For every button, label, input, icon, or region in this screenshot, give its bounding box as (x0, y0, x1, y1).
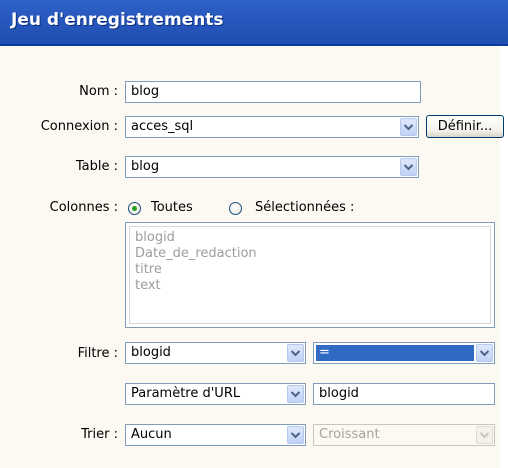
trier-column-value: Aucun (131, 427, 172, 442)
chevron-down-icon[interactable] (476, 344, 493, 362)
connexion-select[interactable]: acces_sql (125, 116, 419, 138)
filtre-param-type-select[interactable]: Paramètre d'URL (125, 383, 306, 405)
connexion-value: acces_sql (131, 119, 194, 134)
radio-toutes[interactable] (128, 202, 141, 215)
columns-listbox[interactable]: blogid Date_de_redaction titre text (125, 222, 495, 328)
chevron-down-icon (476, 426, 493, 444)
chevron-down-icon[interactable] (287, 344, 304, 362)
trier-label: Trier : (81, 427, 118, 442)
list-item[interactable]: titre (135, 262, 162, 278)
list-item[interactable]: text (135, 278, 161, 294)
dialog-title-bar: Jeu d'enregistrements (0, 0, 508, 46)
table-label: Table : (75, 159, 118, 174)
radio-selectionnees-label[interactable]: Sélectionnées : (255, 200, 354, 215)
chevron-down-icon[interactable] (400, 158, 417, 176)
trier-column-select[interactable]: Aucun (125, 424, 306, 446)
selection-highlight (316, 345, 474, 361)
definir-button[interactable]: Définir... (426, 115, 504, 138)
radio-toutes-label[interactable]: Toutes (151, 200, 193, 215)
colonnes-label: Colonnes : (49, 200, 118, 215)
columns-list-frame: blogid Date_de_redaction titre text (129, 226, 491, 324)
connexion-label: Connexion : (40, 119, 118, 134)
list-item[interactable]: blogid (135, 230, 175, 246)
nom-input[interactable]: blog (125, 81, 421, 103)
nom-label: Nom : (79, 84, 118, 99)
filtre-operator-select[interactable]: = (313, 342, 495, 364)
dialog-title: Jeu d'enregistrements (11, 10, 224, 30)
filtre-param-type-value: Paramètre d'URL (131, 386, 241, 401)
list-item[interactable]: Date_de_redaction (135, 246, 257, 262)
table-value: blog (131, 159, 160, 174)
filtre-operator-value: = (319, 345, 330, 360)
filtre-column-value: blogid (131, 345, 171, 360)
filtre-column-select[interactable]: blogid (125, 342, 306, 364)
trier-order-select: Croissant (313, 424, 495, 446)
recordset-form: Nom : blog Connexion : acces_sql Définir… (0, 46, 508, 468)
chevron-down-icon[interactable] (287, 426, 304, 444)
chevron-down-icon[interactable] (400, 118, 417, 136)
trier-order-value: Croissant (319, 427, 380, 442)
radio-selected-dot (132, 206, 137, 211)
radio-selectionnees[interactable] (229, 202, 242, 215)
filtre-param-value-input[interactable]: blogid (313, 383, 495, 405)
filtre-label: Filtre : (77, 346, 118, 361)
table-select[interactable]: blog (125, 156, 419, 178)
chevron-down-icon[interactable] (287, 385, 304, 403)
